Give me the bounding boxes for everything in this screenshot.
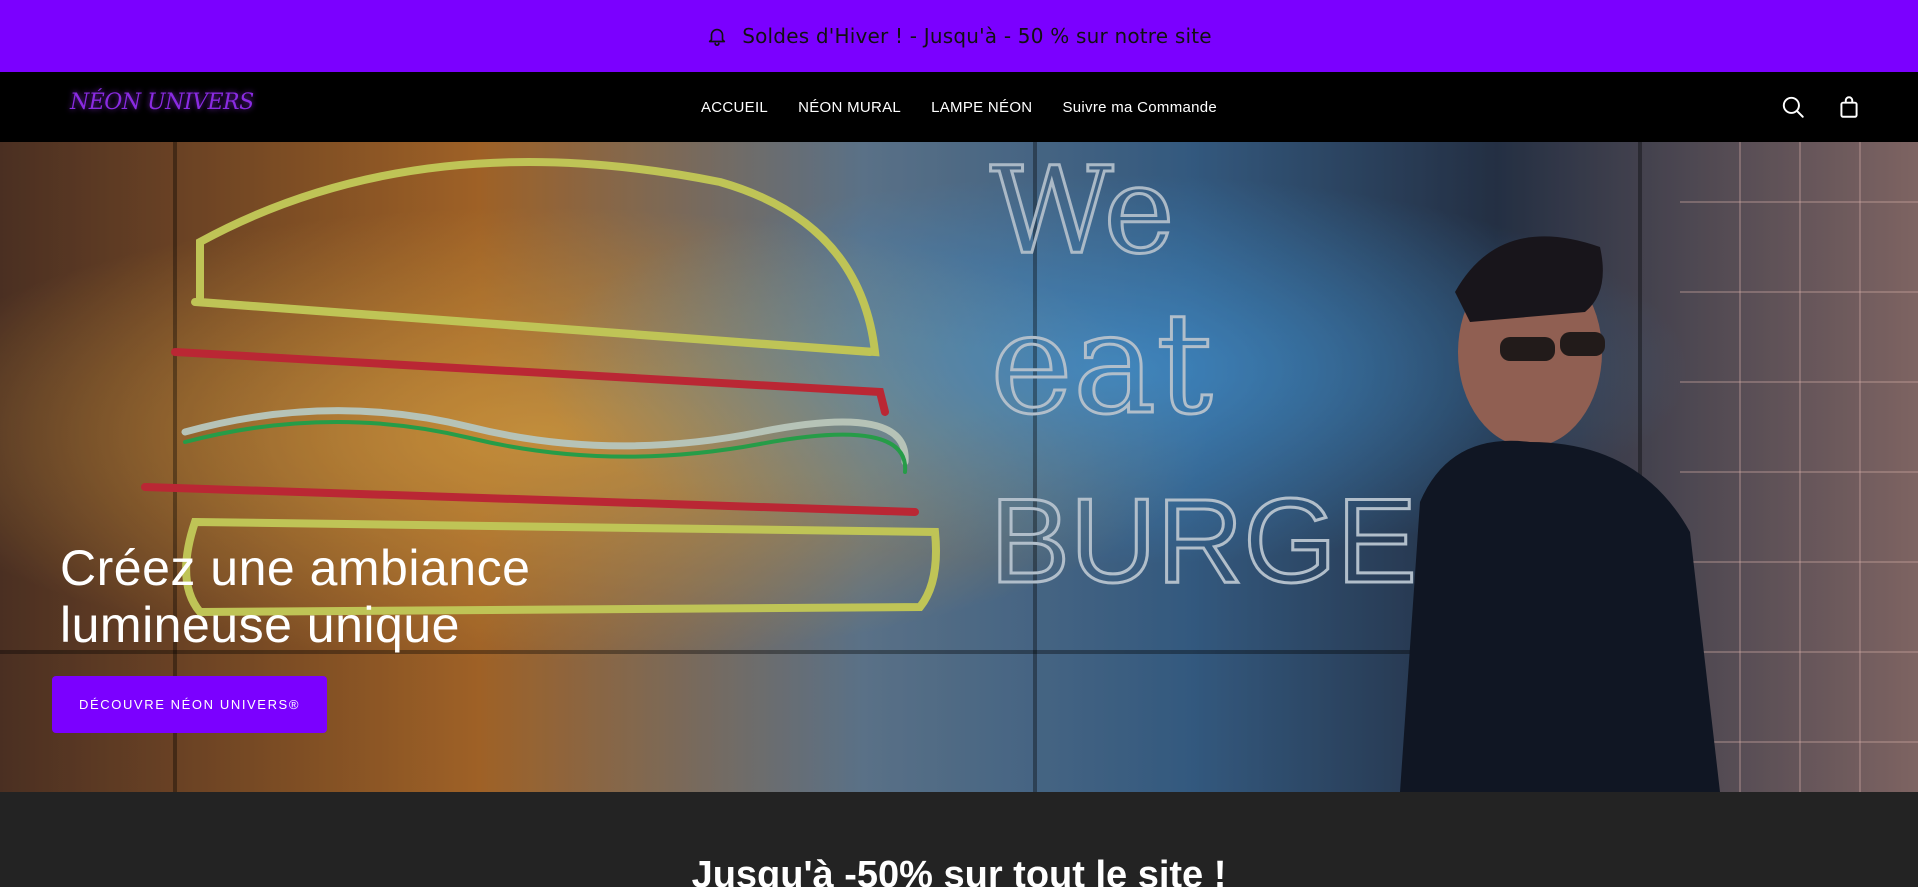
promo-section: Jusqu'à -50% sur tout le site ! [0,792,1918,887]
search-icon[interactable] [1780,94,1806,120]
menu-item-accueil[interactable]: ACCUEIL [701,99,768,116]
bell-icon [706,25,728,47]
announcement-bar: Soldes d'Hiver ! - Jusqu'à - 50 % sur no… [0,0,1918,72]
menu-item-lampe-neon[interactable]: LAMPE NÉON [931,99,1032,116]
menu-item-suivre-commande[interactable]: Suivre ma Commande [1062,99,1217,116]
main-menu: ACCUEIL NÉON MURAL LAMPE NÉON Suivre ma … [0,72,1918,142]
announcement-text: Soldes d'Hiver ! - Jusqu'à - 50 % sur no… [742,24,1212,48]
discover-button[interactable]: DÉCOUVRE NÉON UNIVERS® [52,676,327,733]
hero-title: Créez une ambiance lumineuse unique [60,540,531,653]
main-header: NÉON UNIVERS ACCUEIL NÉON MURAL LAMPE NÉ… [0,72,1918,142]
menu-item-neon-mural[interactable]: NÉON MURAL [798,99,901,116]
header-icons [1780,94,1862,120]
promo-title: Jusqu'à -50% sur tout le site ! [691,854,1227,887]
cart-icon[interactable] [1836,94,1862,120]
hero-banner: We eat BURGER Créez une ambiance lumineu… [0,142,1918,792]
